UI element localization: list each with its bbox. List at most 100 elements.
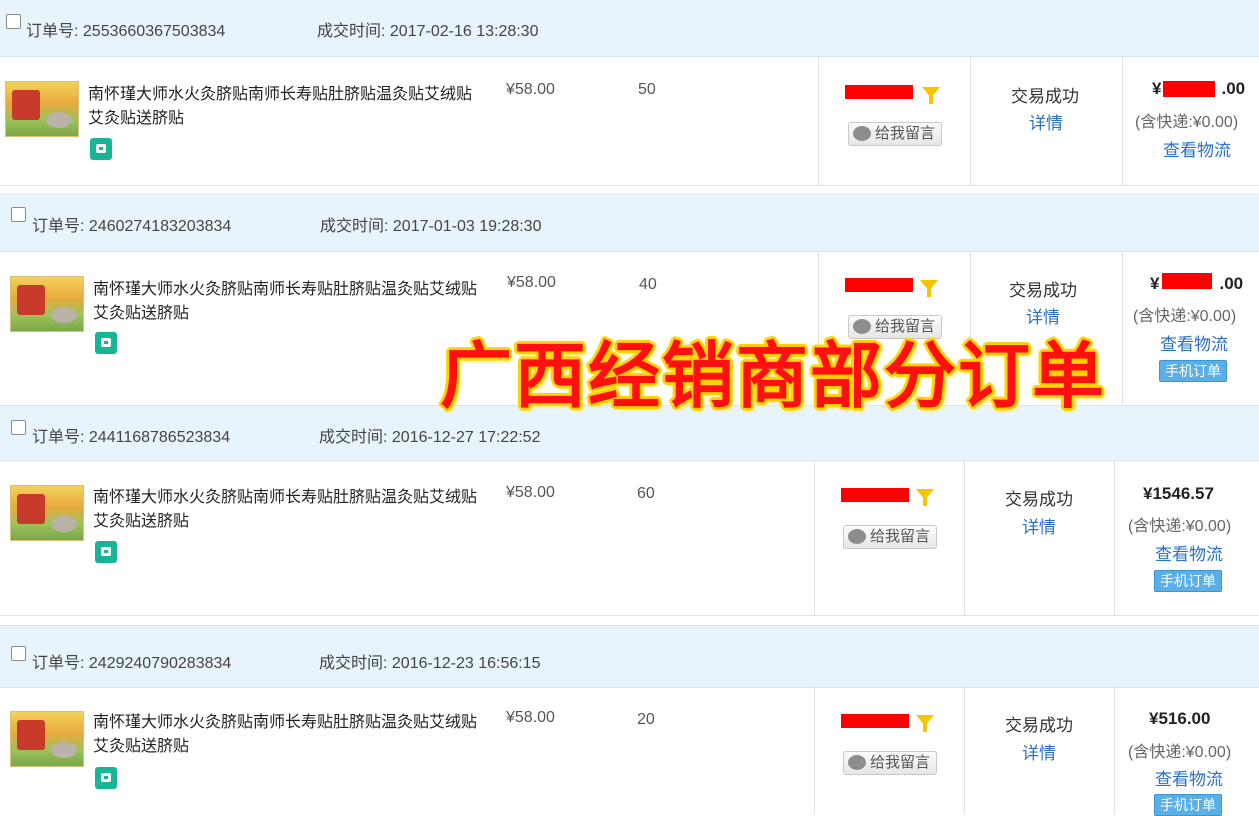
message-button-label: 给我留言 xyxy=(870,528,931,545)
column-divider xyxy=(970,57,971,185)
overlay-caption: 广西经销商部分订单 xyxy=(440,333,1107,418)
order-header: 订单号: 2429240790283834 成交时间: 2016-12-23 1… xyxy=(0,625,1259,688)
deal-time-field: 成交时间: 2016-12-27 17:22:52 xyxy=(319,423,540,447)
message-button-label: 给我留言 xyxy=(870,754,931,771)
order-number-label: 订单号: xyxy=(32,218,85,235)
total-currency: ¥ xyxy=(1150,274,1160,293)
logistics-link[interactable]: 查看物流 xyxy=(1163,136,1231,161)
column-divider xyxy=(1122,252,1123,405)
product-title[interactable]: 南怀瑾大师水火灸脐贴南师长寿贴肚脐贴温灸贴艾绒贴艾灸贴送脐贴 xyxy=(93,711,488,759)
column-divider xyxy=(814,461,815,615)
column-divider xyxy=(814,687,815,814)
order-header: 订单号: 2460274183203834 成交时间: 2017-01-03 1… xyxy=(0,193,1259,252)
column-divider xyxy=(1122,57,1123,185)
message-button[interactable]: 给我留言 xyxy=(843,525,938,549)
deal-time-label: 成交时间: xyxy=(319,429,388,446)
detail-link[interactable]: 详情 xyxy=(1029,109,1063,134)
seller-name-redacted[interactable] xyxy=(845,278,913,292)
trade-status: 交易成功 xyxy=(1011,87,1079,106)
product-title[interactable]: 南怀瑾大师水火灸脐贴南师长寿贴肚脐贴温灸贴艾绒贴艾灸贴送脐贴 xyxy=(93,278,488,326)
deal-time-label: 成交时间: xyxy=(319,655,388,672)
logistics-link[interactable]: 查看物流 xyxy=(1160,330,1228,355)
quantity: 50 xyxy=(638,81,656,98)
order-item-row: 南怀瑾大师水火灸脐贴南师长寿贴肚脐贴温灸贴艾绒贴艾灸贴送脐贴 ¥58.00 60… xyxy=(0,461,1259,616)
order-number-field: 订单号: 2460274183203834 xyxy=(32,212,231,236)
product-thumbnail[interactable] xyxy=(10,276,84,332)
mobile-order-tag[interactable]: 手机订单 xyxy=(1154,570,1222,592)
deal-time-field: 成交时间: 2016-12-23 16:56:15 xyxy=(319,649,540,673)
total-amount-redacted xyxy=(1162,273,1212,289)
filter-funnel-icon[interactable] xyxy=(916,489,934,506)
logistics-link[interactable]: 查看物流 xyxy=(1155,765,1223,790)
shipping-fee: (含快递:¥0.00) xyxy=(1128,744,1232,761)
message-button-label: 给我留言 xyxy=(875,125,936,142)
order-checkbox[interactable] xyxy=(11,646,26,661)
product-thumbnail[interactable] xyxy=(5,81,79,137)
detail-link[interactable]: 详情 xyxy=(1026,303,1060,328)
mobile-badge-icon xyxy=(90,138,112,160)
order-number-field: 订单号: 2553660367503834 xyxy=(26,17,225,41)
message-button[interactable]: 给我留言 xyxy=(843,751,938,775)
order-checkbox[interactable] xyxy=(11,420,26,435)
shipping-fee: (含快递:¥0.00) xyxy=(1135,114,1239,131)
mobile-order-tag[interactable]: 手机订单 xyxy=(1159,360,1227,382)
message-bubble-icon xyxy=(848,529,866,544)
column-divider xyxy=(964,687,965,814)
total-currency: ¥ xyxy=(1152,79,1162,98)
order-list: 订单号: 2553660367503834 成交时间: 2017-02-16 1… xyxy=(0,0,1259,816)
quantity: 60 xyxy=(637,485,655,502)
order-header: 订单号: 2553660367503834 成交时间: 2017-02-16 1… xyxy=(0,0,1259,57)
order-number: 2553660367503834 xyxy=(82,23,226,40)
seller-name-redacted[interactable] xyxy=(841,488,909,502)
product-title[interactable]: 南怀瑾大师水火灸脐贴南师长寿贴肚脐贴温灸贴艾绒贴艾灸贴送脐贴 xyxy=(88,83,483,131)
product-thumbnail[interactable] xyxy=(10,485,84,541)
order-checkbox[interactable] xyxy=(6,14,21,29)
column-divider xyxy=(964,461,965,615)
trade-status: 交易成功 xyxy=(1009,281,1077,300)
column-divider xyxy=(818,57,819,185)
order-number-field: 订单号: 2429240790283834 xyxy=(32,649,231,673)
unit-price: ¥58.00 xyxy=(506,484,555,501)
deal-time-field: 成交时间: 2017-01-03 19:28:30 xyxy=(320,212,541,236)
filter-funnel-icon[interactable] xyxy=(916,715,934,732)
message-button[interactable]: 给我留言 xyxy=(848,122,943,146)
logistics-link[interactable]: 查看物流 xyxy=(1155,540,1223,565)
seller-name-redacted[interactable] xyxy=(845,85,913,99)
detail-link[interactable]: 详情 xyxy=(1022,739,1056,764)
order-total: ¥516.00 xyxy=(1149,709,1211,728)
order-number-label: 订单号: xyxy=(32,655,85,672)
deal-time-label: 成交时间: xyxy=(320,218,389,235)
seller-name-redacted[interactable] xyxy=(841,714,909,728)
order-number: 2429240790283834 xyxy=(88,655,232,672)
mobile-badge-icon xyxy=(95,767,117,789)
message-bubble-icon xyxy=(853,126,871,141)
deal-time: 2017-02-16 13:28:30 xyxy=(389,23,539,40)
unit-price: ¥58.00 xyxy=(506,709,555,726)
order-total: ¥1546.57 xyxy=(1143,484,1214,503)
order-item-row: 南怀瑾大师水火灸脐贴南师长寿贴肚脐贴温灸贴艾绒贴艾灸贴送脐贴 ¥58.00 20… xyxy=(0,687,1259,816)
order-checkbox[interactable] xyxy=(11,207,26,222)
mobile-order-tag[interactable]: 手机订单 xyxy=(1154,794,1222,816)
total-cents: .00 xyxy=(1221,79,1246,98)
order-number-label: 订单号: xyxy=(26,23,79,40)
order-item-row: 南怀瑾大师水火灸脐贴南师长寿贴肚脐贴温灸贴艾绒贴艾灸贴送脐贴 ¥58.00 50… xyxy=(0,57,1259,186)
deal-time: 2017-01-03 19:28:30 xyxy=(392,218,542,235)
shipping-fee: (含快递:¥0.00) xyxy=(1133,308,1237,325)
product-title[interactable]: 南怀瑾大师水火灸脐贴南师长寿贴肚脐贴温灸贴艾绒贴艾灸贴送脐贴 xyxy=(93,486,488,534)
quantity: 40 xyxy=(639,276,657,293)
trade-status: 交易成功 xyxy=(1005,716,1073,735)
deal-time-label: 成交时间: xyxy=(317,23,386,40)
total-cents: .00 xyxy=(1219,274,1244,293)
deal-time: 2016-12-23 16:56:15 xyxy=(391,655,541,672)
filter-funnel-icon[interactable] xyxy=(922,87,940,104)
order-number-field: 订单号: 2441168786523834 xyxy=(32,423,230,447)
mobile-badge-icon xyxy=(95,541,117,563)
product-thumbnail[interactable] xyxy=(10,711,84,767)
total-amount-redacted xyxy=(1163,81,1215,97)
order-number: 2441168786523834 xyxy=(88,429,231,446)
detail-link[interactable]: 详情 xyxy=(1022,513,1056,538)
deal-time: 2016-12-27 17:22:52 xyxy=(391,429,541,446)
mobile-badge-icon xyxy=(95,332,117,354)
quantity: 20 xyxy=(637,711,655,728)
filter-funnel-icon[interactable] xyxy=(920,280,938,297)
